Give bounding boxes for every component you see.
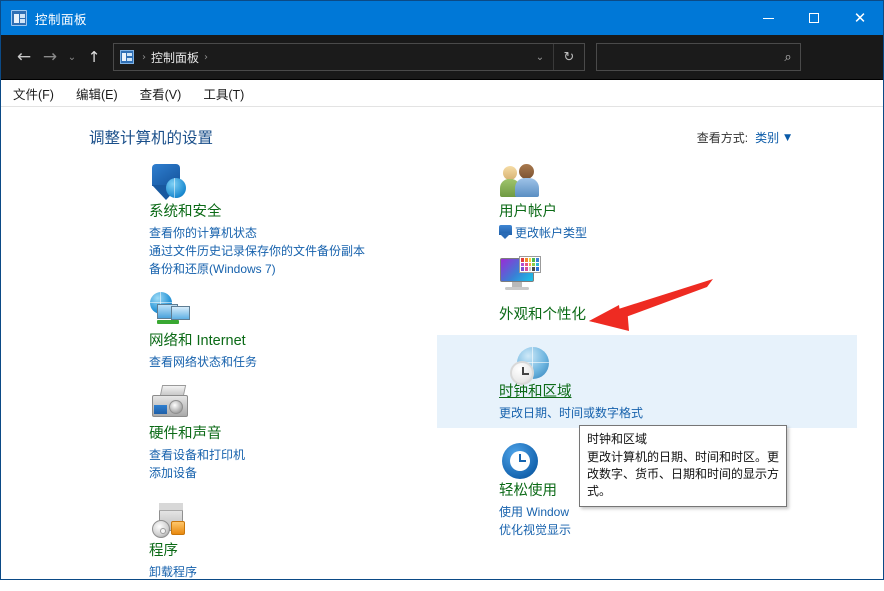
page-title: 调整计算机的设置: [89, 126, 213, 148]
up-button[interactable]: ↑: [81, 42, 107, 72]
menu-item-edit[interactable]: 编辑(E): [76, 84, 118, 103]
chevron-down-icon[interactable]: ▼: [784, 133, 791, 143]
close-button[interactable]: ✕: [837, 1, 883, 35]
category-system-and-security[interactable]: 系统和安全 查看你的计算机状态 通过文件历史记录保存你的文件备份副本 备份和还原…: [97, 159, 427, 278]
menu-item-file[interactable]: 文件(F): [13, 84, 54, 103]
forward-button[interactable]: →: [37, 42, 63, 72]
category-title[interactable]: 硬件和声音: [149, 425, 427, 444]
address-bar-actions: ⌄ ↻: [527, 44, 584, 70]
shield-security-icon: [149, 161, 193, 205]
content-area: 调整计算机的设置 查看方式: 类别 ▼ 系统和安全 查看你的计算机状态 通过文件…: [1, 107, 883, 579]
left-category-column: 系统和安全 查看你的计算机状态 通过文件历史记录保存你的文件备份副本 备份和还原…: [97, 159, 427, 591]
view-by-value[interactable]: 类别: [755, 129, 779, 146]
maximize-button[interactable]: [791, 1, 837, 35]
window-controls: ✕: [745, 1, 883, 35]
view-by-label: 查看方式:: [697, 129, 748, 146]
ease-of-access-icon: [499, 440, 543, 484]
breadcrumb-separator-1: ›: [137, 52, 151, 63]
breadcrumb-control-panel-icon: [120, 50, 134, 64]
category-link-change-account-type[interactable]: 更改帐户类型: [499, 224, 797, 242]
address-bar[interactable]: › 控制面板 › ⌄ ↻: [113, 43, 585, 71]
title-bar: 控制面板 ✕: [1, 1, 883, 35]
category-hardware-and-sound[interactable]: 硬件和声音 查看设备和打印机 添加设备: [97, 381, 427, 482]
chevron-down-icon[interactable]: ⌄: [527, 44, 553, 70]
search-input[interactable]: [597, 49, 776, 65]
category-link[interactable]: 卸载程序: [149, 563, 427, 581]
category-title[interactable]: 系统和安全: [149, 203, 427, 222]
minimize-button[interactable]: [745, 1, 791, 35]
search-icon[interactable]: ⌕: [776, 50, 800, 65]
tooltip-body: 更改计算机的日期、时间和时区。更改数字、货币、日期和时间的显示方式。: [587, 449, 779, 500]
menu-item-tools[interactable]: 工具(T): [203, 84, 244, 103]
category-link-label: 更改帐户类型: [515, 226, 587, 240]
category-appearance-and-personalization[interactable]: 外观和个性化: [447, 252, 797, 325]
navigation-bar: ← → ⌄ ↑ › 控制面板 › ⌄ ↻ ⌕: [1, 35, 883, 80]
category-title[interactable]: 程序: [149, 542, 427, 561]
tooltip: 时钟和区域 更改计算机的日期、时间和时区。更改数字、货币、日期和时间的显示方式。: [579, 425, 787, 507]
appearance-monitor-icon: [499, 254, 543, 298]
close-icon: ✕: [854, 11, 867, 26]
category-title[interactable]: 网络和 Internet: [149, 332, 427, 351]
users-accounts-icon: [499, 161, 543, 205]
category-link[interactable]: 查看你的计算机状态: [149, 224, 427, 242]
category-link[interactable]: 添加设备: [149, 464, 427, 482]
control-panel-window: 控制面板 ✕ ← → ⌄ ↑ › 控制面板 › ⌄ ↻ ⌕ 文件(F): [0, 0, 884, 580]
menu-bar: 文件(F) 编辑(E) 查看(V) 工具(T): [1, 80, 883, 107]
view-by-control: 查看方式: 类别 ▼: [697, 129, 791, 146]
recent-locations-button[interactable]: ⌄: [63, 42, 81, 72]
tooltip-title: 时钟和区域: [587, 431, 779, 448]
back-button[interactable]: ←: [11, 42, 37, 72]
printer-hardware-icon: [149, 383, 193, 427]
category-link[interactable]: 查看设备和打印机: [149, 446, 427, 464]
category-network-and-internet[interactable]: 网络和 Internet 查看网络状态和任务: [97, 288, 427, 371]
category-clock-and-region[interactable]: 时钟和区域 更改日期、时间或数字格式: [437, 335, 857, 428]
category-user-accounts[interactable]: 用户帐户 更改帐户类型: [447, 159, 797, 242]
shield-uac-icon: [499, 225, 512, 239]
category-link[interactable]: 通过文件历史记录保存你的文件备份副本: [149, 242, 427, 260]
category-link[interactable]: 查看网络状态和任务: [149, 353, 427, 371]
category-title[interactable]: 用户帐户: [499, 203, 797, 222]
refresh-icon[interactable]: ↻: [553, 44, 584, 70]
category-programs[interactable]: 程序 卸载程序: [97, 498, 427, 581]
search-box[interactable]: ⌕: [596, 43, 801, 71]
category-title[interactable]: 外观和个性化: [499, 306, 797, 325]
programs-box-icon: [149, 500, 193, 544]
breadcrumb-item-control-panel[interactable]: 控制面板: [151, 49, 199, 66]
minimize-icon: [763, 18, 774, 19]
network-globe-icon: [149, 290, 193, 334]
maximize-icon: [809, 13, 819, 23]
breadcrumb-separator-2[interactable]: ›: [199, 52, 213, 63]
category-link[interactable]: 更改日期、时间或数字格式: [499, 404, 857, 422]
control-panel-icon: [11, 10, 27, 26]
category-link[interactable]: 备份和还原(Windows 7): [149, 260, 427, 278]
window-title: 控制面板: [35, 9, 87, 28]
menu-item-view[interactable]: 查看(V): [140, 84, 182, 103]
category-link[interactable]: 优化视觉显示: [499, 521, 797, 539]
clock-region-icon: [509, 345, 553, 389]
